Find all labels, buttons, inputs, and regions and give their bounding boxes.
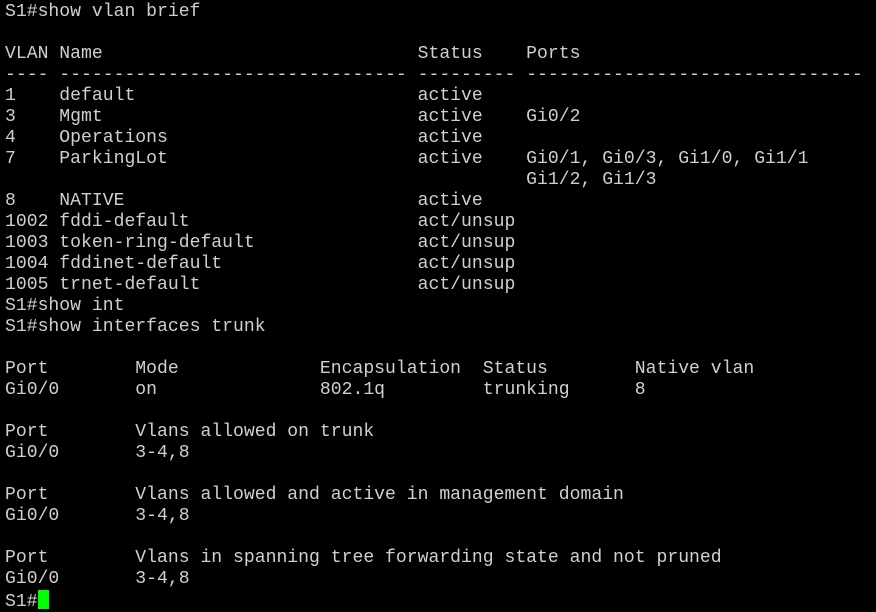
terminal-line: 1005 trnet-default act/unsup: [5, 275, 516, 295]
command-prompt: S1#: [5, 592, 38, 612]
terminal-line: 4 Operations active: [5, 128, 483, 148]
terminal-line: Port Vlans allowed and active in managem…: [5, 485, 624, 505]
terminal-line: VLAN Name Status Ports: [5, 44, 581, 64]
terminal-line: Port Vlans allowed on trunk: [5, 422, 375, 442]
terminal-line: 7 ParkingLot active Gi0/1, Gi0/3, Gi1/0,…: [5, 149, 809, 169]
terminal-line: ---- -------------------------------- --…: [5, 65, 863, 85]
terminal-line: 3 Mgmt active Gi0/2: [5, 107, 581, 127]
terminal-line: Gi0/0 3-4,8: [5, 569, 190, 589]
terminal-line: Gi0/0 3-4,8: [5, 506, 190, 526]
terminal-line: S1#show int: [5, 296, 125, 316]
terminal-window[interactable]: S1#show vlan brief VLAN Name Status Port…: [0, 0, 876, 612]
terminal-output: S1#show vlan brief VLAN Name Status Port…: [5, 2, 876, 590]
terminal-line: Gi0/0 on 802.1q trunking 8: [5, 380, 646, 400]
terminal-line: Gi1/2, Gi1/3: [5, 170, 657, 190]
terminal-line: S1#show interfaces trunk: [5, 317, 266, 337]
terminal-line: Port Mode Encapsulation Status Native vl…: [5, 359, 755, 379]
command-prompt-line[interactable]: S1#: [5, 590, 876, 612]
terminal-line: Port Vlans in spanning tree forwarding s…: [5, 548, 722, 568]
terminal-line: Gi0/0 3-4,8: [5, 443, 190, 463]
terminal-line: 1 default active: [5, 86, 483, 106]
terminal-line: 8 NATIVE active: [5, 191, 483, 211]
terminal-line: 1002 fddi-default act/unsup: [5, 212, 516, 232]
terminal-line: 1004 fddinet-default act/unsup: [5, 254, 516, 274]
terminal-line: S1#show vlan brief: [5, 2, 201, 22]
text-cursor: [37, 590, 49, 609]
terminal-line: 1003 token-ring-default act/unsup: [5, 233, 516, 253]
